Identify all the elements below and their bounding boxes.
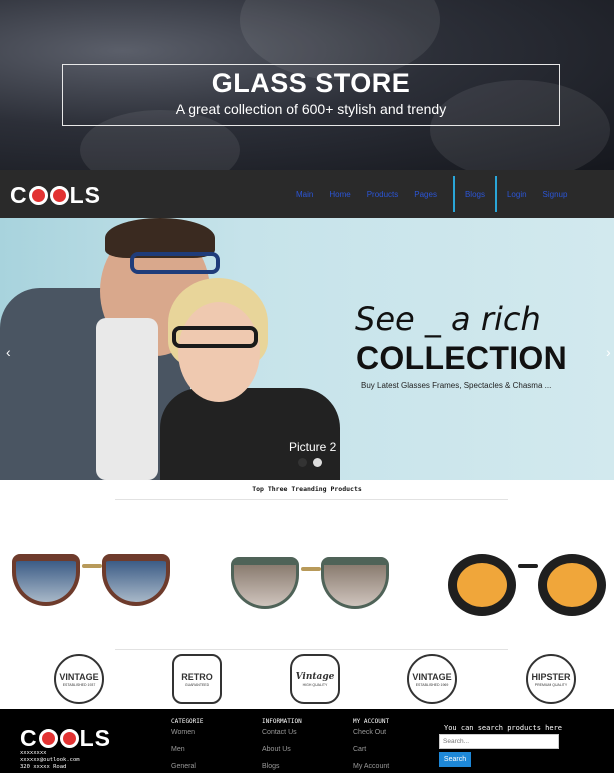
footer-company-name: xxxxxxxx [20, 750, 47, 756]
footer-link-my-account[interactable]: My Account [353, 763, 389, 770]
product-bridge [82, 564, 102, 568]
products-section-title: Top Three Treanding Products [252, 485, 362, 493]
nav-links: Main Home Products Pages Blogs Login Sig… [296, 170, 567, 218]
badge-subtitle: ESTABLISHED 1937 [62, 682, 96, 687]
footer-logo[interactable]: C LS [20, 725, 111, 752]
product-bridge [518, 564, 538, 568]
footer-search-button[interactable]: Search [439, 752, 471, 767]
footer-link-contact-us[interactable]: Contact Us [262, 729, 297, 736]
hero-banner: GLASS STORE A great collection of 600+ s… [0, 0, 614, 170]
man-shirt [96, 318, 158, 480]
woman-glasses [172, 326, 258, 348]
vintage-crown-badge: VINTAGE ESTABLISHED 1969 [407, 654, 457, 704]
slider-prev-arrow[interactable]: ‹ [6, 344, 11, 360]
nav-separator [452, 176, 455, 212]
product-card[interactable] [448, 544, 608, 616]
badge-title: VINTAGE [59, 671, 99, 682]
nav-link-signup[interactable]: Signup [543, 190, 568, 199]
page: GLASS STORE A great collection of 600+ s… [0, 0, 614, 773]
product-bridge [301, 567, 321, 571]
badge-title: HIPSTER [531, 671, 571, 682]
footer-search-input[interactable] [439, 734, 559, 749]
product-right-lens [102, 554, 170, 606]
badge-title: Vintage [295, 671, 335, 682]
nav-link-products[interactable]: Products [367, 190, 399, 199]
nav-link-main[interactable]: Main [296, 190, 313, 199]
logo-text-start: C [10, 182, 28, 208]
logo-lens-icon [49, 186, 69, 205]
product-right-lens [321, 557, 389, 609]
footer-link-blogs[interactable]: Blogs [262, 763, 280, 770]
slide-headline-italic: See _ a rich [355, 300, 541, 338]
site-logo[interactable]: C LS [10, 182, 101, 209]
slider-next-arrow[interactable]: › [606, 344, 611, 360]
section-divider [115, 499, 508, 500]
vintage-badge: VINTAGE ESTABLISHED 1937 [54, 654, 104, 704]
slide-caption: Picture 2 [289, 440, 337, 454]
product-left-lens [12, 554, 80, 606]
product-card[interactable] [231, 547, 391, 617]
footer-address: 320 xxxxx Road [20, 764, 67, 770]
badge-subtitle: HIGH QUALITY [302, 682, 328, 687]
footer-heading-information: INFORMATION [262, 718, 302, 725]
product-left-lens [448, 554, 516, 616]
section-divider [115, 649, 508, 650]
logo-text-end: LS [69, 182, 102, 208]
product-card[interactable] [12, 544, 172, 614]
nav-link-blogs[interactable]: Blogs [465, 190, 485, 199]
slide-headline-bold: COLLECTION [356, 340, 567, 376]
badge-title: RETRO [181, 671, 213, 682]
top-navigation: C LS Main Home Products Pages Blogs Logi… [0, 170, 614, 218]
badge-subtitle: GUARANTEED [184, 682, 210, 687]
nav-separator [494, 176, 497, 212]
product-right-lens [538, 554, 606, 616]
woman-face [178, 302, 260, 402]
footer-link-women[interactable]: Women [171, 729, 195, 736]
hipster-badge: HIPSTER PREMIUM QUALITY [526, 654, 576, 704]
footer-heading-my-account: MY ACCOUNT [353, 718, 390, 725]
slide-tagline: Buy Latest Glasses Frames, Spectacles & … [361, 381, 552, 390]
badge-subtitle: ESTABLISHED 1969 [415, 682, 449, 687]
footer-link-general[interactable]: General [171, 763, 196, 770]
badge-subtitle: PREMIUM QUALITY [534, 682, 568, 687]
logo-text-end: LS [79, 725, 112, 751]
product-left-lens [231, 557, 299, 609]
nav-link-pages[interactable]: Pages [414, 190, 437, 199]
man-glasses [130, 252, 220, 274]
hero-subtitle: A great collection of 600+ stylish and t… [175, 101, 447, 117]
badge-title: VINTAGE [412, 671, 452, 682]
footer-email: xxxxxx@outlook.com [20, 757, 80, 763]
footer-link-about-us[interactable]: About Us [262, 746, 291, 753]
retro-badge: RETRO GUARANTEED [172, 654, 222, 704]
nav-link-home[interactable]: Home [329, 190, 350, 199]
hero-title: GLASS STORE [211, 68, 411, 98]
logo-text-start: C [20, 725, 38, 751]
logo-lens-icon [28, 186, 48, 205]
vintage-script-badge: Vintage HIGH QUALITY [290, 654, 340, 704]
logo-lens-icon [38, 729, 58, 748]
woman-jacket [160, 388, 340, 480]
footer-heading-categorie: CATEGORIE [171, 718, 204, 725]
nav-link-login[interactable]: Login [507, 190, 527, 199]
slider-dot-1[interactable] [298, 458, 307, 467]
footer-search-label: You can search products here [444, 724, 563, 732]
footer-link-men[interactable]: Men [171, 746, 185, 753]
slider-dot-2[interactable] [313, 458, 322, 467]
footer-link-cart[interactable]: Cart [353, 746, 366, 753]
logo-lens-icon [59, 729, 79, 748]
hero-text-box: GLASS STORE A great collection of 600+ s… [62, 64, 560, 126]
footer-link-check-out[interactable]: Check Out [353, 729, 386, 736]
